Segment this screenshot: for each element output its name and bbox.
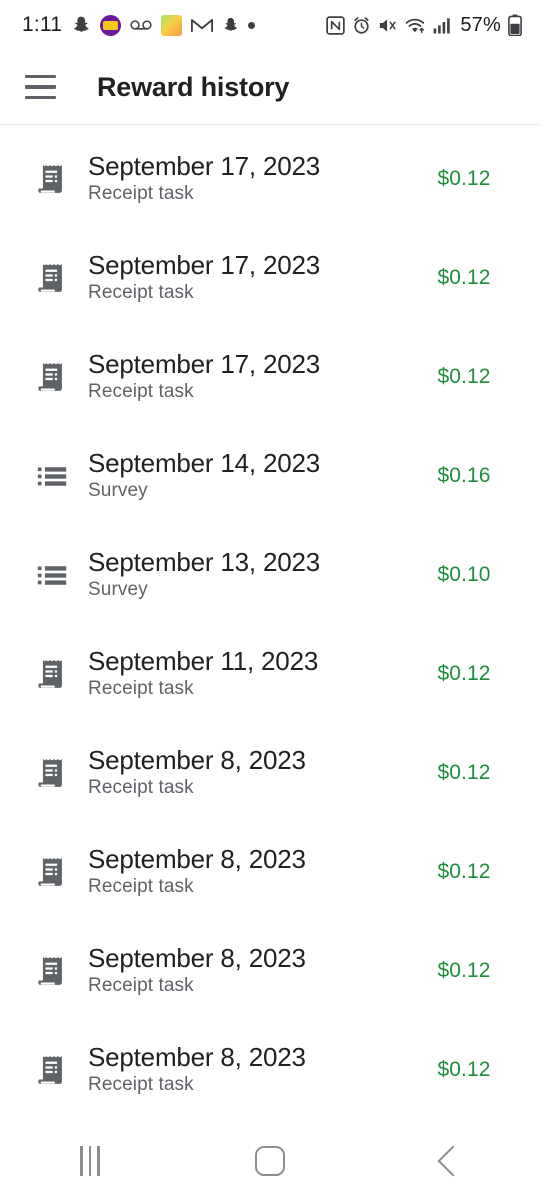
reward-date: September 11, 2023 (88, 646, 319, 677)
reward-row-text: September 17, 2023 Receipt task (80, 250, 410, 305)
reward-type: Receipt task (88, 1074, 194, 1096)
reward-row-text: September 8, 2023 Receipt task (80, 1042, 410, 1097)
hamburger-bar (25, 74, 56, 79)
purple-app-icon (100, 14, 122, 36)
reward-type: Survey (88, 480, 148, 502)
back-icon (437, 1145, 469, 1177)
reward-row-text: September 13, 2023 Survey (80, 547, 410, 602)
reward-type: Receipt task (88, 975, 194, 997)
reward-date: September 17, 2023 (88, 151, 321, 182)
reward-amount: $0.12 (437, 760, 491, 784)
reward-history-list[interactable]: September 17, 2023 Receipt task $0.12 Septe… (0, 125, 540, 1122)
snapchat-ghost-icon (71, 15, 91, 35)
reward-date: September 8, 2023 (88, 1042, 306, 1073)
list-icon (24, 459, 80, 493)
receipt-icon (24, 756, 80, 790)
list-icon (24, 558, 80, 592)
reward-type: Receipt task (88, 183, 194, 205)
back-button[interactable] (395, 1131, 505, 1191)
reward-row[interactable]: September 14, 2023 Survey $0.16 (0, 426, 540, 525)
battery-icon (508, 14, 522, 36)
receipt-icon (24, 1053, 80, 1087)
hamburger-bar (25, 85, 56, 89)
recents-icon (80, 1146, 100, 1176)
reward-amount: $0.12 (437, 265, 491, 289)
reward-date: September 17, 2023 (88, 250, 321, 281)
reward-row[interactable]: September 8, 2023 Receipt task $0.12 (0, 723, 540, 822)
reward-type: Receipt task (88, 876, 194, 898)
reward-row[interactable]: September 8, 2023 Receipt task $0.12 (0, 1020, 540, 1119)
snapchat-icon (222, 15, 239, 35)
reward-date: September 8, 2023 (88, 844, 306, 875)
mute-icon (378, 16, 398, 35)
reward-type: Receipt task (88, 282, 194, 304)
reward-row-text: September 11, 2023 Receipt task (80, 646, 410, 701)
reward-type: Survey (88, 579, 148, 601)
app-bar: Reward history (0, 50, 540, 125)
reward-row-text: September 8, 2023 Receipt task (80, 943, 410, 998)
status-bar-clock: 1:11 (22, 13, 63, 36)
reward-row[interactable]: September 8, 2023 Receipt task $0.12 (0, 822, 540, 921)
battery-percent-label: 57% (460, 13, 501, 36)
reward-amount: $0.12 (437, 166, 491, 190)
reward-amount: $0.16 (437, 463, 491, 487)
reward-date: September 8, 2023 (88, 745, 306, 776)
gmail-icon (191, 17, 214, 34)
reward-date: September 13, 2023 (88, 547, 321, 578)
reward-date: September 17, 2023 (88, 349, 321, 380)
home-button[interactable] (215, 1131, 325, 1191)
home-icon (255, 1146, 285, 1176)
reward-amount: $0.12 (437, 661, 491, 685)
alarm-icon (352, 16, 371, 35)
wifi-icon (405, 17, 426, 34)
receipt-icon (24, 657, 80, 691)
status-bar: 1:11 57% (0, 0, 540, 50)
reward-amount: $0.12 (437, 364, 491, 388)
hamburger-menu-icon[interactable] (25, 70, 59, 104)
nfc-icon (326, 15, 346, 35)
status-bar-left: 1:11 (22, 13, 256, 37)
recents-button[interactable] (35, 1131, 145, 1191)
reward-date: September 8, 2023 (88, 943, 306, 974)
reward-amount: $0.12 (437, 1057, 491, 1081)
reward-row[interactable]: September 8, 2023 Receipt task $0.12 (0, 921, 540, 1020)
reward-row[interactable]: September 11, 2023 Receipt task $0.12 (0, 624, 540, 723)
reward-date: September 14, 2023 (88, 448, 321, 479)
receipt-icon (24, 855, 80, 889)
reward-row[interactable]: September 13, 2023 Survey $0.10 (0, 525, 540, 624)
reward-type: Receipt task (88, 678, 194, 700)
voicemail-icon (130, 18, 152, 32)
receipt-icon (24, 261, 80, 295)
reward-row-text: September 8, 2023 Receipt task (80, 844, 410, 899)
reward-history-screen: 1:11 57% Reward history September 17, 20… (0, 0, 540, 1200)
reward-type: Receipt task (88, 777, 194, 799)
page-title: Reward history (97, 71, 290, 102)
reward-amount: $0.10 (437, 562, 491, 586)
reward-row-text: September 8, 2023 Receipt task (80, 745, 410, 800)
reward-row-text: September 14, 2023 Survey (80, 448, 410, 503)
status-bar-right: 57% (326, 14, 522, 37)
receipt-icon (24, 360, 80, 394)
reward-row[interactable]: September 17, 2023 Receipt task $0.12 (0, 327, 540, 426)
colorful-app-icon (161, 14, 183, 36)
android-navigation-bar (0, 1122, 540, 1200)
receipt-icon (24, 162, 80, 196)
more-notifications-dot-icon (248, 21, 256, 29)
reward-amount: $0.12 (437, 859, 491, 883)
reward-row-text: September 17, 2023 Receipt task (80, 349, 410, 404)
reward-type: Receipt task (88, 381, 194, 403)
cellular-signal-icon (433, 17, 453, 34)
receipt-icon (24, 954, 80, 988)
reward-row[interactable]: September 17, 2023 Receipt task $0.12 (0, 228, 540, 327)
hamburger-bar (25, 95, 56, 100)
reward-row-text: September 17, 2023 Receipt task (80, 151, 410, 206)
reward-row[interactable]: September 17, 2023 Receipt task $0.12 (0, 129, 540, 228)
reward-amount: $0.12 (437, 958, 491, 982)
